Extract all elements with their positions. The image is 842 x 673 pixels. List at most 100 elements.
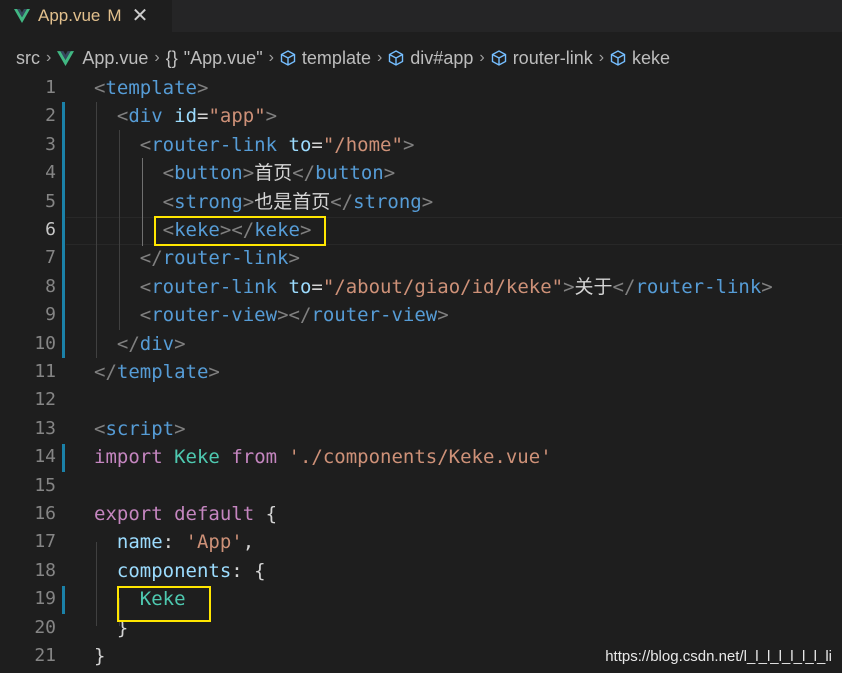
line-number: 14 [34, 446, 56, 468]
code-token: > [761, 275, 773, 298]
code-token: > [174, 417, 186, 440]
code-token: > [196, 77, 209, 99]
code-token: </ [139, 247, 163, 270]
cube-icon [610, 50, 626, 66]
code-token: < [162, 162, 175, 185]
breadcrumb-item-template[interactable]: template [280, 48, 371, 69]
code-token: } [94, 645, 106, 667]
code-line[interactable]: 17 name: 'App', [0, 528, 842, 556]
code-token: < [94, 417, 106, 440]
code-line[interactable]: 10 </div> [0, 330, 842, 358]
breadcrumb-item-div-app[interactable]: div#app [388, 48, 473, 69]
close-icon[interactable]: ✕ [132, 6, 149, 26]
code-line[interactable]: 7 </router-link> [0, 244, 842, 272]
line-number: 21 [34, 645, 56, 666]
code-line[interactable]: 6 <keke></keke> [0, 216, 842, 244]
code-token: from [231, 446, 278, 469]
code-editor[interactable]: 1 <template> 2 <div id="app"> 3 <router-lin… [0, 74, 842, 673]
code-line[interactable]: 11 </template> [0, 358, 842, 386]
code-token: './components/Keke.vue' [288, 446, 552, 469]
code-text: <router-link to="/about/giao/id/keke">关于… [94, 273, 773, 301]
code-token: router-link [635, 275, 762, 298]
tab-app-vue[interactable]: App.vue M ✕ [0, 0, 172, 32]
vue-icon [14, 9, 30, 23]
code-token: > [242, 190, 255, 213]
code-token: > [421, 190, 434, 213]
chevron-right-icon: › [154, 49, 160, 66]
modified-indicator: M [107, 6, 122, 25]
code-text: </div> [94, 330, 186, 358]
line-number: 20 [34, 616, 56, 638]
line-number: 10 [34, 332, 56, 354]
code-token: </ [116, 332, 140, 355]
breadcrumb-item-file[interactable]: App.vue [57, 48, 148, 69]
code-text: components: { [94, 557, 266, 585]
code-token: script [105, 417, 175, 440]
breadcrumb-item-keke[interactable]: keke [610, 48, 670, 69]
breadcrumb-item-src[interactable]: src [16, 48, 40, 69]
chevron-right-icon: › [268, 49, 274, 66]
chevron-right-icon: › [479, 49, 485, 66]
breadcrumb-label: src [16, 47, 40, 68]
code-line[interactable]: 16 export default { [0, 500, 842, 528]
code-line[interactable]: 8 <router-link to="/about/giao/id/keke">… [0, 273, 842, 301]
code-line[interactable]: 9 <router-view></router-view> [0, 301, 842, 329]
code-line[interactable]: 13 <script> [0, 415, 842, 443]
code-text: <router-view></router-view> [94, 301, 449, 329]
code-token: id [174, 105, 198, 128]
code-token: 也是首页 [254, 190, 331, 213]
code-line[interactable]: 12 [0, 386, 842, 414]
code-token: 首页 [254, 162, 293, 185]
code-text: import Keke from './components/Keke.vue' [94, 443, 552, 471]
line-number: 19 [34, 588, 56, 610]
code-text: </template> [94, 358, 220, 386]
code-text: <div id="app"> [94, 102, 277, 130]
code-line[interactable]: 4 <button>首页</button> [0, 159, 842, 187]
code-text: <button>首页</button> [94, 159, 396, 187]
watermark: https://blog.csdn.net/l_l_l_l_l_l_l_li [605, 648, 832, 665]
code-token: < [139, 275, 152, 298]
breadcrumb-label: router-link [512, 47, 593, 68]
cube-icon [280, 50, 296, 66]
code-text: <router-link to="/home"> [94, 131, 415, 159]
code-line[interactable]: 3 <router-link to="/home"> [0, 131, 842, 159]
code-token: router-link [162, 247, 289, 270]
code-token: : [162, 531, 186, 554]
vue-icon [57, 50, 75, 66]
code-line[interactable]: 5 <strong>也是首页</strong> [0, 188, 842, 216]
code-token: div [139, 332, 175, 355]
line-number: 15 [34, 474, 56, 496]
line-number: 8 [45, 275, 56, 297]
code-token: components [116, 559, 232, 582]
code-token: router-view [151, 304, 278, 327]
code-line[interactable]: 14 import Keke from './components/Keke.vu… [0, 443, 842, 471]
code-token: name [116, 531, 163, 554]
breadcrumb-item-module[interactable]: {} "App.vue" [166, 48, 263, 69]
breadcrumb-label: template [301, 47, 371, 68]
code-line[interactable]: 2 <div id="app"> [0, 102, 842, 130]
line-number: 17 [34, 531, 56, 553]
code-token: template [116, 361, 209, 383]
code-line[interactable]: 1 <template> [0, 74, 842, 102]
code-token: to [288, 133, 312, 156]
tab-bar: App.vue M ✕ [0, 0, 842, 32]
code-token: router-link [151, 133, 278, 156]
code-token: < [94, 77, 106, 99]
breadcrumb-item-router-link[interactable]: router-link [491, 48, 593, 69]
code-token: strong [353, 190, 422, 213]
code-token: ></ [277, 304, 312, 327]
highlight-box-keke-component [117, 586, 211, 622]
code-token: default [174, 503, 255, 525]
code-token: "app" [208, 105, 266, 128]
code-line[interactable]: 15 [0, 472, 842, 500]
code-token: > [208, 361, 220, 383]
code-line[interactable]: 18 components: { [0, 557, 842, 585]
